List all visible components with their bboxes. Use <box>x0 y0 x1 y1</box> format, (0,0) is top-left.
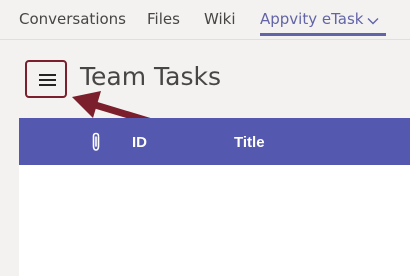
tab-appvity-etask-label: Appvity eTask <box>260 10 364 28</box>
hamburger-menu-button[interactable] <box>25 60 67 98</box>
task-table-header <box>19 118 410 165</box>
tab-conversations[interactable]: Conversations <box>19 10 126 28</box>
tab-wiki[interactable]: Wiki <box>204 10 236 28</box>
teams-tab-page: Conversations Files Wiki Appvity eTask T… <box>0 0 410 276</box>
chevron-down-icon[interactable] <box>367 11 379 29</box>
active-tab-indicator <box>260 33 386 36</box>
tab-bar-divider <box>0 39 410 40</box>
tab-appvity-etask[interactable]: Appvity eTask <box>260 10 379 29</box>
channel-tab-bar: Conversations Files Wiki Appvity eTask <box>0 0 410 40</box>
column-header-title[interactable]: Title <box>234 134 265 151</box>
page-title: Team Tasks <box>80 62 222 91</box>
task-table-body <box>19 165 410 276</box>
tab-files[interactable]: Files <box>147 10 180 28</box>
column-header-id[interactable]: ID <box>132 134 147 151</box>
paperclip-icon <box>89 132 103 156</box>
